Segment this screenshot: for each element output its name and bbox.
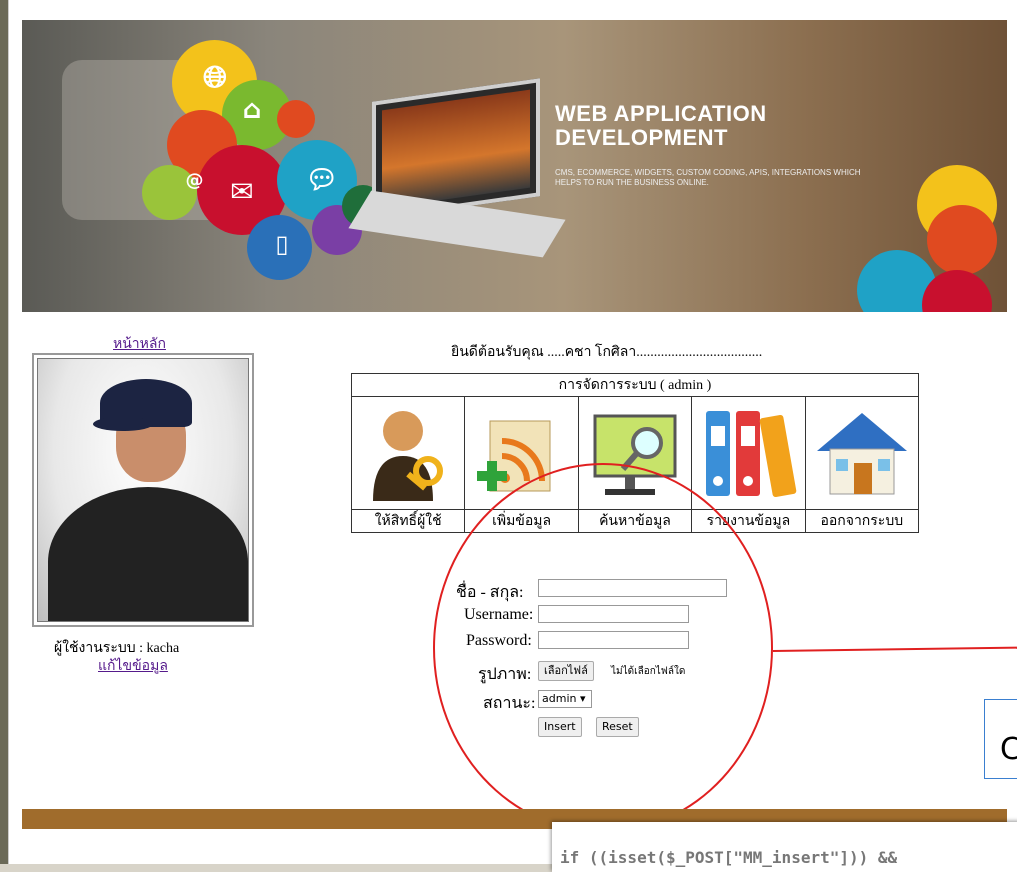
globe-icon: 🌐︎ — [203, 60, 227, 95]
chat-icon: 💬︎ — [305, 165, 339, 195]
banner-title: WEB APPLICATION DEVELOPMENT — [555, 102, 767, 150]
banner-circle — [927, 205, 997, 275]
banner-circle — [277, 100, 315, 138]
header-banner: 🌐︎ ⌂ @ ✉ 💬︎ ▯ WEB APPLICATION DEVELOPMEN… — [22, 20, 1007, 312]
banner-subtitle: CMS, ECOMMERCE, WIDGETS, CUSTOM CODING, … — [555, 168, 861, 187]
report-data-tile[interactable] — [691, 396, 806, 510]
home-link[interactable]: หน้าหลัก — [113, 333, 166, 355]
home-icon: ⌂ — [242, 95, 262, 125]
annotation-circle — [433, 463, 773, 833]
window-left-edge — [0, 0, 8, 864]
grant-permission-label[interactable]: ให้สิทธิ์ผู้ใช้ — [350, 509, 466, 533]
user-photo — [32, 353, 254, 627]
banner-title-line1: WEB APPLICATION — [555, 101, 767, 126]
mobile-icon: ▯ — [275, 230, 289, 258]
at-icon: @ — [185, 170, 204, 191]
annotation-callout-text: C — [1000, 732, 1017, 767]
envelope-icon: ✉ — [230, 175, 254, 208]
grant-permission-tile[interactable] — [350, 396, 466, 510]
code-snippet: if ((isset($_POST["MM_insert"])) && — [560, 848, 898, 867]
banner-title-line2: DEVELOPMENT — [555, 125, 728, 150]
house-icon[interactable] — [806, 401, 918, 509]
welcome-text: ยินดีต้อนรับคุณ .....คชา โกศิลา.........… — [451, 345, 763, 360]
edit-profile-link[interactable]: แก้ไขข้อมูล — [98, 655, 168, 677]
person-body — [48, 487, 248, 621]
person-cap-bill — [93, 417, 153, 431]
avatar — [37, 358, 249, 622]
admin-menu-header: การจัดการระบบ ( admin ) — [351, 373, 919, 397]
binders-icon[interactable] — [692, 401, 804, 509]
logout-tile[interactable] — [804, 396, 920, 510]
logout-label[interactable]: ออกจากระบบ — [804, 509, 920, 533]
user-key-icon[interactable] — [352, 401, 464, 509]
